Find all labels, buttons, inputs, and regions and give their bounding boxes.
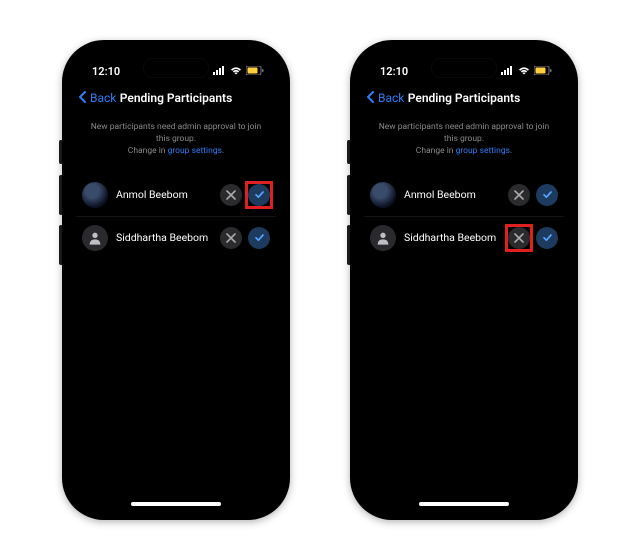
status-time: 12:10 <box>380 65 408 78</box>
dynamic-island <box>431 58 497 78</box>
participant-name: Anmol Beebom <box>404 188 508 201</box>
participant-name: Siddhartha Beebom <box>116 231 220 244</box>
list-item: Anmol Beebom <box>364 174 564 217</box>
phone-mockup-left: 12:10 Back Pending Participants New part… <box>62 40 290 520</box>
participant-name: Anmol Beebom <box>116 188 220 201</box>
avatar <box>370 182 396 208</box>
back-label: Back <box>90 91 116 105</box>
info-text: New participants need admin approval to … <box>70 114 282 174</box>
reject-button[interactable] <box>508 184 530 206</box>
nav-bar: Back Pending Participants <box>358 82 570 114</box>
home-indicator[interactable] <box>131 502 221 506</box>
check-icon <box>542 185 553 204</box>
signal-icon <box>213 65 226 78</box>
list-item: Siddhartha Beebom <box>76 217 276 259</box>
check-icon <box>542 228 553 247</box>
phone-mockup-right: 12:10 Back Pending Participants New part… <box>350 40 578 520</box>
check-icon <box>254 185 265 204</box>
x-icon <box>514 185 524 204</box>
avatar <box>82 225 108 251</box>
avatar <box>82 182 108 208</box>
reject-button[interactable] <box>220 184 242 206</box>
signal-icon <box>501 65 514 78</box>
battery-icon <box>534 65 552 78</box>
list-item: Siddhartha Beebom <box>364 217 564 259</box>
participant-name: Siddhartha Beebom <box>404 231 508 244</box>
x-icon <box>226 185 236 204</box>
approve-button[interactable] <box>248 184 270 206</box>
approve-button[interactable] <box>536 184 558 206</box>
back-button[interactable]: Back <box>366 91 404 106</box>
chevron-left-icon <box>366 91 376 106</box>
dynamic-island <box>143 58 209 78</box>
list-item: Anmol Beebom <box>76 174 276 217</box>
screen: 12:10 Back Pending Participants New part… <box>70 48 282 512</box>
check-icon <box>254 228 265 247</box>
avatar <box>370 225 396 251</box>
battery-icon <box>246 65 264 78</box>
wifi-icon <box>518 65 530 78</box>
reject-button[interactable] <box>508 227 530 249</box>
screen: 12:10 Back Pending Participants New part… <box>358 48 570 512</box>
info-text: New participants need admin approval to … <box>358 114 570 174</box>
reject-button[interactable] <box>220 227 242 249</box>
x-icon <box>226 228 236 247</box>
approve-button[interactable] <box>248 227 270 249</box>
nav-bar: Back Pending Participants <box>70 82 282 114</box>
home-indicator[interactable] <box>419 502 509 506</box>
status-time: 12:10 <box>92 65 120 78</box>
back-label: Back <box>378 91 404 105</box>
group-settings-link[interactable]: group settings <box>456 146 510 156</box>
x-icon <box>514 228 524 247</box>
group-settings-link[interactable]: group settings <box>168 146 222 156</box>
wifi-icon <box>230 65 242 78</box>
participants-list: Anmol Beebom Siddhartha Beebom <box>70 174 282 259</box>
approve-button[interactable] <box>536 227 558 249</box>
participants-list: Anmol Beebom Siddhartha Beebom <box>358 174 570 259</box>
back-button[interactable]: Back <box>78 91 116 106</box>
chevron-left-icon <box>78 91 88 106</box>
